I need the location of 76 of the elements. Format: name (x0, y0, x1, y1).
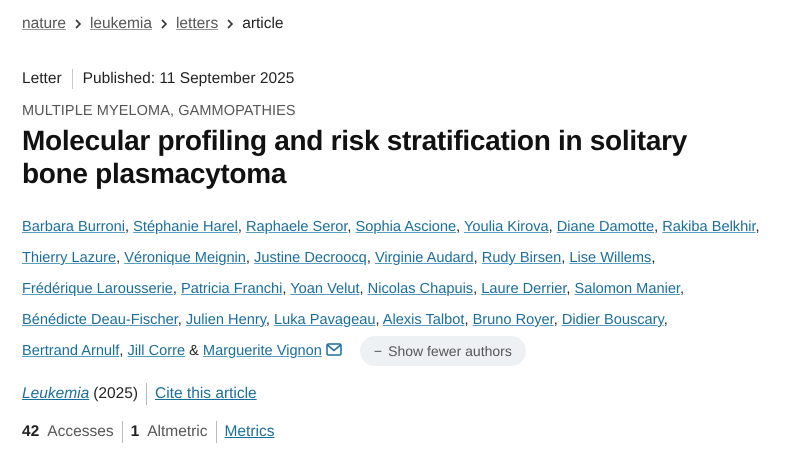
metric-count: 42 (22, 423, 40, 441)
breadcrumb-current: article (242, 15, 284, 33)
author-separator: , (172, 281, 177, 297)
author-link[interactable]: Stéphanie Harel (133, 219, 238, 235)
author-separator: , (266, 312, 270, 328)
author-link[interactable]: Salomon Manier (574, 281, 680, 297)
author-separator: , (456, 219, 460, 235)
author-link[interactable]: Laure Derrier (481, 281, 566, 297)
author-link[interactable]: Yoan Velut (290, 281, 360, 297)
breadcrumb-link[interactable]: leukemia (90, 15, 152, 33)
author-separator: , (360, 281, 364, 297)
author-separator: , (756, 219, 760, 235)
show-fewer-authors-button[interactable]: − Show fewer authors (360, 336, 526, 366)
author-separator: , (366, 250, 371, 266)
breadcrumb-link[interactable]: nature (22, 15, 66, 33)
author-link[interactable]: Barbara Burroni (22, 219, 126, 235)
author-link[interactable]: Nicolas Chapuis (368, 281, 474, 297)
author-link[interactable]: Raphaele Seror (246, 219, 348, 235)
author-link[interactable]: Frédérique Larousserie (22, 281, 173, 297)
author-link[interactable]: Rudy Birsen (482, 250, 562, 266)
author-separator: , (548, 219, 553, 235)
author-separator: , (246, 250, 250, 266)
author-separator: , (566, 281, 570, 297)
author-link[interactable]: Véronique Meignin (124, 250, 246, 266)
author-separator: , (125, 219, 130, 235)
author-link[interactable]: Marguerite Vignon (202, 343, 342, 359)
author-link[interactable]: Jill Corre (127, 343, 186, 359)
author-separator: , (282, 281, 286, 297)
metric-label: Accesses (47, 423, 114, 441)
article-type: Letter (22, 70, 62, 88)
cite-link[interactable]: Cite this article (155, 385, 257, 403)
author-link[interactable]: Lise Willems (569, 250, 652, 266)
chevron-right-icon (74, 19, 82, 29)
author-separator: , (375, 312, 380, 328)
author-link[interactable]: Sophia Ascione (356, 219, 456, 235)
author-separator: , (561, 250, 566, 266)
journal-link[interactable]: Leukemia (22, 385, 90, 403)
author-link[interactable]: Bruno Royer (472, 312, 554, 328)
subject-label: MULTIPLE MYELOMA, GAMMOPATHIES (22, 103, 297, 119)
author-link[interactable]: Virginie Audard (374, 250, 474, 266)
publication-year: (2025) (93, 385, 138, 403)
author-separator: , (464, 312, 469, 328)
article-title: Molecular profiling and risk stratification in solitary bone plasmacytoma (22, 124, 688, 190)
author-separator: , (119, 343, 124, 359)
metric-label: Altmetric (147, 423, 208, 441)
author-link[interactable]: Bénédicte Deau-Fischer (22, 312, 178, 328)
author-link[interactable]: Didier Bouscary (562, 312, 664, 328)
author-link[interactable]: Youlia Kirova (464, 219, 549, 235)
chevron-right-icon (160, 19, 168, 29)
author-link[interactable]: Alexis Talbot (382, 312, 464, 328)
metrics-link[interactable]: Metrics (224, 423, 274, 441)
author-link[interactable]: Rakiba Belkhir (662, 219, 756, 235)
author-link[interactable]: Diane Damotte (556, 219, 654, 235)
author-separator: , (473, 281, 478, 297)
author-link[interactable]: Bertrand Arnulf (22, 343, 120, 359)
envelope-icon[interactable] (326, 343, 342, 356)
chevron-right-icon (226, 19, 234, 29)
metric-count: 1 (130, 423, 140, 441)
author-separator: , (474, 250, 478, 266)
author-separator: , (664, 312, 668, 328)
author-separator: , (116, 250, 120, 266)
author-link[interactable]: Justine Decroocq (254, 250, 367, 266)
author-link[interactable]: Luka Pavageau (274, 312, 376, 328)
author-separator: , (347, 219, 352, 235)
author-separator: , (651, 250, 656, 266)
author-separator: , (654, 219, 658, 235)
author-separator: , (178, 312, 182, 328)
author-link[interactable]: Thierry Lazure (22, 250, 116, 266)
breadcrumb-link[interactable]: letters (176, 15, 218, 33)
author-link[interactable]: Julien Henry (186, 312, 266, 328)
author-link[interactable]: Patricia Franchi (181, 281, 282, 297)
author-separator: , (238, 219, 242, 235)
publication-date: Published: 11 September 2025 (82, 70, 294, 88)
author-separator: & (189, 343, 199, 359)
author-separator: , (554, 312, 558, 328)
author-separator: , (680, 281, 684, 297)
